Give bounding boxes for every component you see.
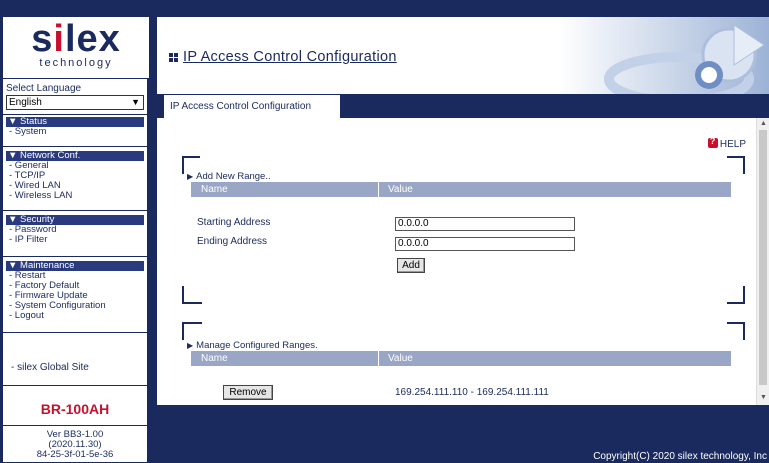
language-select[interactable]: English ▼ (6, 95, 144, 110)
sidebar-panel: silex technology Select Language English… (2, 16, 149, 463)
divider (3, 146, 147, 147)
sidebar-item-ip-filter[interactable]: - IP Filter (9, 235, 47, 245)
starting-address-input[interactable]: 0.0.0.0 (395, 217, 575, 231)
page-title: IP Access Control Configuration (183, 49, 397, 65)
configured-range-value: 169.254.111.110 - 169.254.111.111 (395, 387, 549, 398)
scroll-up-icon[interactable]: ▲ (760, 120, 767, 127)
sidebar-item-system[interactable]: - System (9, 127, 46, 137)
help-label: HELP (719, 139, 746, 150)
help-link[interactable]: HELP (707, 136, 746, 150)
add-range-title: ▶ Add New Range.. (187, 171, 271, 182)
add-range-grid-header: Name Value (191, 182, 731, 197)
divider (3, 256, 147, 257)
divider (3, 385, 147, 386)
main-area: IP Access Control Configuration IP Acces… (150, 0, 769, 463)
help-icon (707, 136, 718, 148)
language-value: English (9, 97, 42, 108)
starting-address-label: Starting Address (197, 217, 271, 228)
sidebar: silex technology Select Language English… (0, 0, 150, 463)
add-button[interactable]: Add (397, 258, 425, 273)
grid-bullet-icon (169, 53, 178, 62)
manage-ranges-grid-header: Name Value (191, 351, 731, 366)
network-decoration-icon (559, 17, 769, 95)
silex-global-site-link[interactable]: - silex Global Site (11, 362, 89, 373)
copyright-text: Copyright(C) 2020 silex technology, Inc (593, 451, 767, 462)
frame-corner (727, 322, 745, 340)
scrollbar-thumb[interactable] (759, 130, 767, 385)
frame-corner (727, 156, 745, 174)
divider (3, 332, 147, 333)
model-name: BR-100AH (40, 401, 110, 417)
divider (3, 114, 147, 115)
frame-corner (182, 322, 200, 340)
manage-ranges-title: ▶ Manage Configured Ranges. (187, 340, 318, 351)
page-header: IP Access Control Configuration (156, 16, 769, 95)
silex-logo: silex technology (3, 17, 149, 79)
page-footer: Copyright(C) 2020 silex technology, Inc (156, 405, 769, 463)
ending-address-label: Ending Address (197, 236, 268, 247)
sidebar-item-logout[interactable]: - Logout (9, 311, 44, 321)
content-panel: HELP ▶Add New Range.. Name Value Startin… (156, 118, 756, 405)
language-label: Select Language (6, 83, 82, 94)
mac-address: 84-25-3f-01-5e-36 (36, 449, 114, 460)
frame-corner (727, 286, 745, 304)
version-info: Ver BB3-1.00 (2020.11.30) 84-25-3f-01-5e… (3, 430, 147, 460)
logo-subtitle: technology (39, 57, 113, 69)
divider (3, 210, 147, 211)
ending-address-input[interactable]: 0.0.0.0 (395, 237, 575, 251)
remove-button[interactable]: Remove (223, 385, 273, 400)
vertical-scrollbar[interactable]: ▲ ▼ (756, 118, 769, 405)
divider (3, 425, 147, 426)
chevron-down-icon: ▼ (131, 97, 140, 107)
sidebar-item-wireless-lan[interactable]: - Wireless LAN (9, 191, 72, 201)
scroll-down-icon[interactable]: ▼ (760, 394, 767, 401)
